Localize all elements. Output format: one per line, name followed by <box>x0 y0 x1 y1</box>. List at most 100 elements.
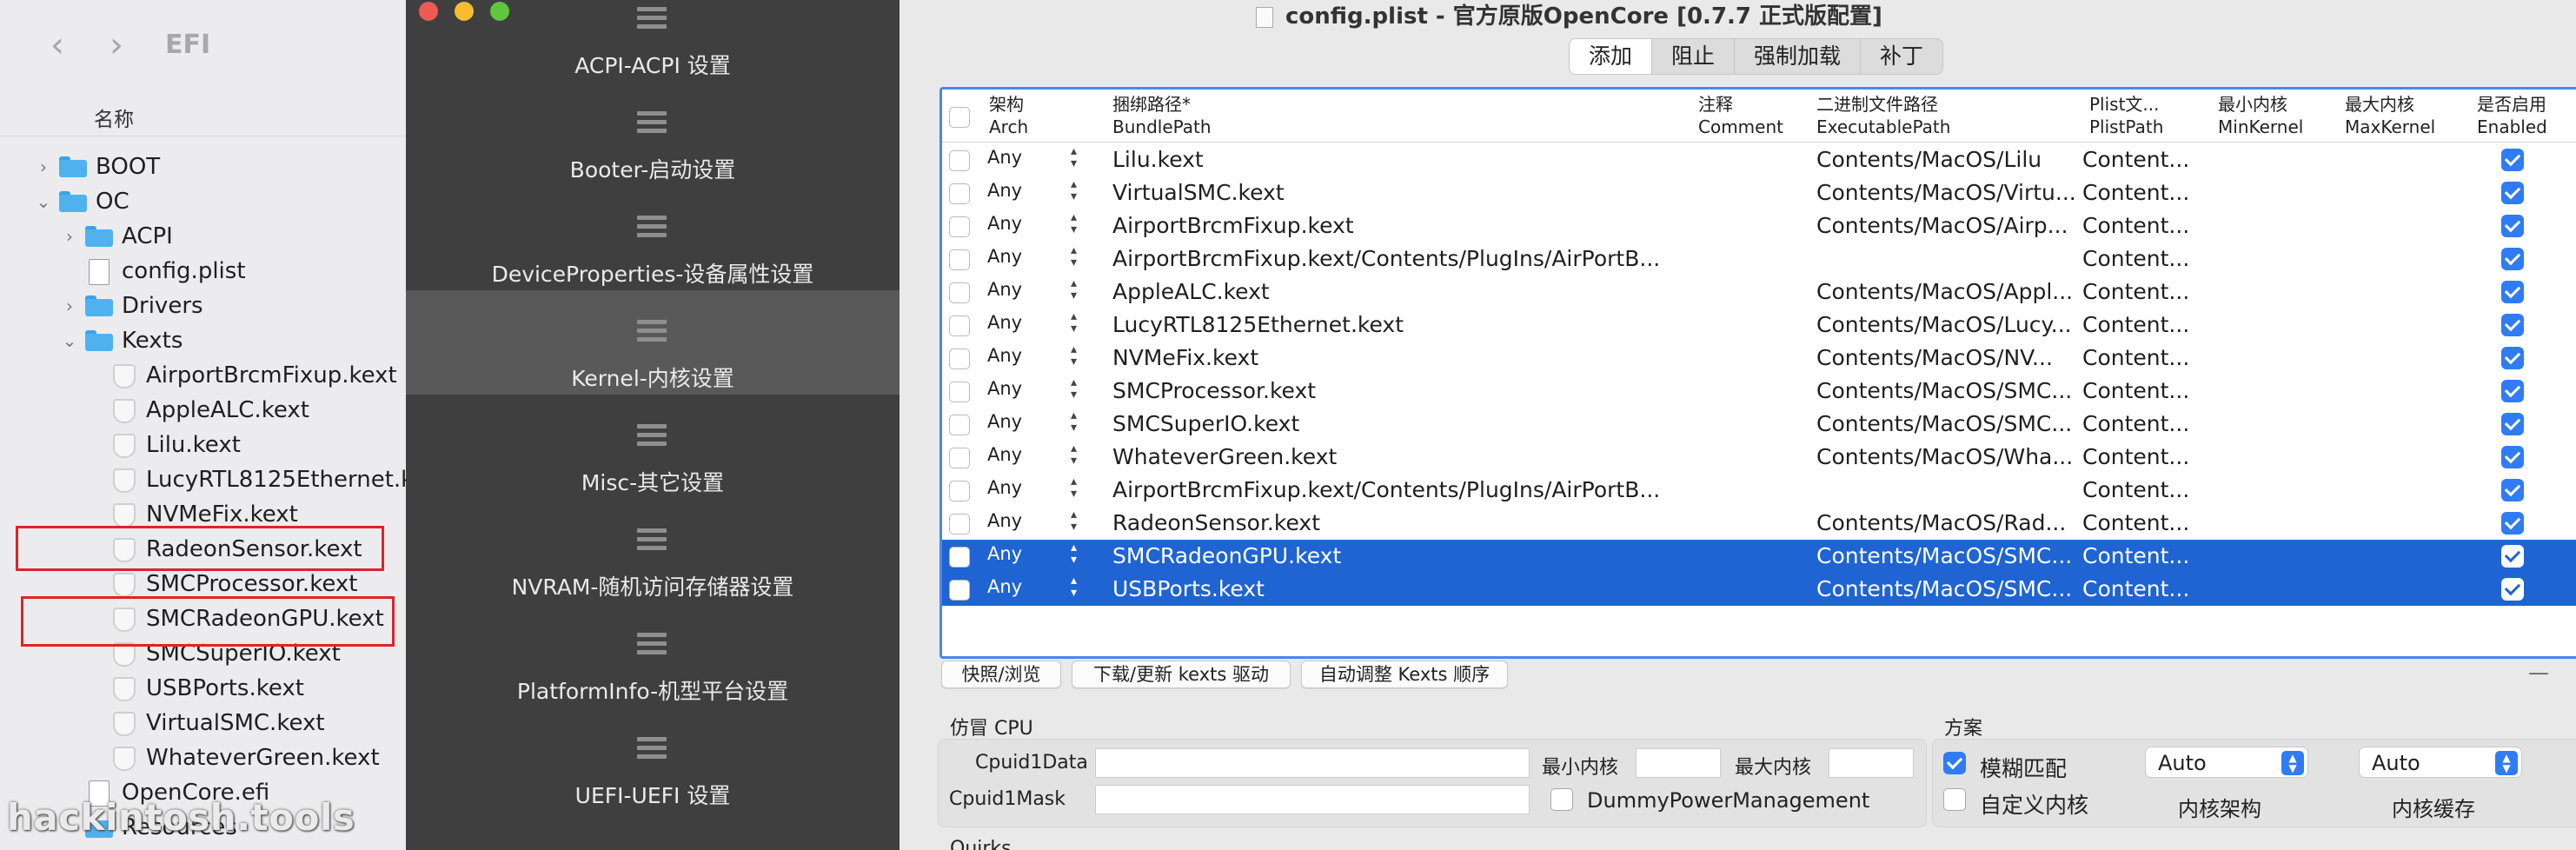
bundle-path-cell[interactable]: SMCRadeonGPU.kext <box>1112 543 1686 568</box>
file-tree-row[interactable]: ⌄ Kexts <box>0 323 406 358</box>
plist-path-cell[interactable]: Content... <box>2082 576 2204 601</box>
plist-path-cell[interactable]: Content... <box>2082 477 2204 502</box>
arch-cell[interactable]: Any <box>987 510 1057 531</box>
column-header[interactable]: 二进制文件路径 ExecutablePath <box>1816 93 1950 138</box>
file-tree-row[interactable]: WhateverGreen.kext <box>0 740 406 775</box>
table-row[interactable]: Any ▴ ▾ USBPorts.kext Contents/MacOS/SMC... C… <box>942 573 2576 606</box>
executable-path-cell[interactable]: Contents/MacOS/NV... <box>1816 345 2077 370</box>
bundle-path-cell[interactable]: AirportBrcmFixup.kext/Contents/PlugIns/A… <box>1112 246 1686 271</box>
table-row[interactable]: Any ▴ ▾ AirportBrcmFixup.kext/Contents/Plug… <box>942 242 2576 276</box>
file-tree-row[interactable]: › Drivers <box>0 289 406 323</box>
row-checkbox[interactable] <box>949 448 970 468</box>
enabled-checkbox[interactable] <box>2501 182 2524 204</box>
bundle-path-cell[interactable]: VirtualSMC.kext <box>1112 180 1686 205</box>
arch-stepper-icon[interactable]: ▴ ▾ <box>1071 145 1077 169</box>
file-tree-row[interactable]: config.plist <box>0 254 406 289</box>
sidebar-item[interactable]: Kernel-内核设置 <box>406 290 900 395</box>
arch-cell[interactable]: Any <box>987 180 1057 201</box>
enabled-checkbox[interactable] <box>2501 446 2524 468</box>
executable-path-cell[interactable]: Contents/MacOS/Lilu <box>1816 147 2077 172</box>
arch-stepper-icon[interactable]: ▴ ▾ <box>1071 409 1077 434</box>
arch-cell[interactable]: Any <box>987 543 1057 564</box>
executable-path-cell[interactable]: Contents/MacOS/Virtu... <box>1816 180 2077 205</box>
file-tree-row[interactable]: Lilu.kext <box>0 428 406 462</box>
executable-path-cell[interactable]: Contents/MacOS/SMC... <box>1816 543 2077 568</box>
file-tree-row[interactable]: USBPorts.kext <box>0 671 406 706</box>
arch-stepper-icon[interactable]: ▴ ▾ <box>1071 211 1077 236</box>
back-chevron-icon[interactable]: ‹ <box>50 24 64 66</box>
max-kernel-field[interactable] <box>1829 748 1914 778</box>
sidebar-item[interactable]: DeviceProperties-设备属性设置 <box>406 186 900 290</box>
table-row[interactable]: Any ▴ ▾ SMCSuperIO.kext Contents/MacOS/SMC..… <box>942 408 2576 441</box>
file-tree-row[interactable]: › ACPI <box>0 219 406 254</box>
arch-cell[interactable]: Any <box>987 444 1057 465</box>
arch-stepper-icon[interactable]: ▴ ▾ <box>1071 178 1077 203</box>
arch-cell[interactable]: Any <box>987 147 1057 168</box>
arch-stepper-icon[interactable]: ▴ ▾ <box>1071 277 1077 302</box>
sidebar-item[interactable]: ACPI-ACPI 设置 <box>406 0 900 82</box>
kernel-cache-select[interactable]: Auto ▲ ▼ <box>2359 747 2522 778</box>
arch-stepper-icon[interactable]: ▴ ▾ <box>1071 574 1077 599</box>
bundle-path-cell[interactable]: SMCSuperIO.kext <box>1112 411 1686 436</box>
file-tree-row[interactable]: AirportBrcmFixup.kext <box>0 358 406 393</box>
arch-stepper-icon[interactable]: ▴ ▾ <box>1071 343 1077 368</box>
row-checkbox[interactable] <box>949 415 970 435</box>
table-row[interactable]: Any ▴ ▾ Lilu.kext Contents/MacOS/Lilu Content… <box>942 143 2576 176</box>
column-header[interactable]: Plist文... PlistPath <box>2089 93 2163 138</box>
arch-stepper-icon[interactable]: ▴ ▾ <box>1071 376 1077 401</box>
tab-0[interactable]: 添加 <box>1570 39 1653 74</box>
fuzzy-match-checkbox[interactable] <box>1943 752 1966 774</box>
chevron-down-icon[interactable]: ⌄ <box>35 191 52 212</box>
bundle-path-cell[interactable]: AppleALC.kext <box>1112 279 1686 304</box>
bundle-path-cell[interactable]: AirportBrcmFixup.kext/Contents/PlugIns/A… <box>1112 477 1686 502</box>
arch-cell[interactable]: Any <box>987 246 1057 267</box>
chevron-right-icon[interactable]: › <box>61 296 78 316</box>
executable-path-cell[interactable]: Contents/MacOS/SMC... <box>1816 576 2077 601</box>
arch-cell[interactable]: Any <box>987 477 1057 498</box>
arch-stepper-icon[interactable]: ▴ ▾ <box>1071 310 1077 335</box>
plist-path-cell[interactable]: Content... <box>2082 147 2204 172</box>
plist-path-cell[interactable]: Content... <box>2082 510 2204 535</box>
arch-cell[interactable]: Any <box>987 576 1057 597</box>
enabled-checkbox[interactable] <box>2501 314 2524 336</box>
name-column-header[interactable]: 名称 <box>0 94 406 136</box>
chevron-right-icon[interactable]: › <box>61 226 78 247</box>
table-row[interactable]: Any ▴ ▾ SMCProcessor.kext Contents/MacOS/SMC… <box>942 375 2576 408</box>
arch-cell[interactable]: Any <box>987 312 1057 333</box>
table-row[interactable]: Any ▴ ▾ LucyRTL8125Ethernet.kext Contents/Ma… <box>942 309 2576 342</box>
enabled-checkbox[interactable] <box>2501 248 2524 270</box>
tab-2[interactable]: 强制加载 <box>1735 39 1862 74</box>
table-row[interactable]: Any ▴ ▾ WhateverGreen.kext Contents/MacOS/Wh… <box>942 441 2576 474</box>
table-row[interactable]: Any ▴ ▾ NVMeFix.kext Contents/MacOS/NV... Con… <box>942 342 2576 375</box>
row-checkbox[interactable] <box>949 382 970 402</box>
plist-path-cell[interactable]: Content... <box>2082 279 2204 304</box>
column-header[interactable]: 捆绑路径* BundlePath <box>1112 93 1212 138</box>
enabled-checkbox[interactable] <box>2501 347 2524 369</box>
column-header[interactable]: 最小内核 MinKernel <box>2218 93 2303 138</box>
select-all-checkbox[interactable] <box>949 107 970 128</box>
column-header[interactable]: 注释 Comment <box>1698 93 1783 138</box>
row-checkbox[interactable] <box>949 150 970 171</box>
bundle-path-cell[interactable]: AirportBrcmFixup.kext <box>1112 213 1686 238</box>
chevron-down-icon[interactable]: ⌄ <box>61 330 78 351</box>
row-checkbox[interactable] <box>949 216 970 237</box>
arch-cell[interactable]: Any <box>987 345 1057 366</box>
column-header[interactable]: 是否启用 Enabled <box>2477 93 2547 138</box>
remove-row-button[interactable]: — <box>2528 661 2549 685</box>
file-tree-row[interactable]: › BOOT <box>0 149 406 184</box>
dummy-power-checkbox[interactable] <box>1550 788 1573 811</box>
bundle-path-cell[interactable]: NVMeFix.kext <box>1112 345 1686 370</box>
executable-path-cell[interactable]: Contents/MacOS/SMC... <box>1816 378 2077 403</box>
plist-path-cell[interactable]: Content... <box>2082 180 2204 205</box>
plist-path-cell[interactable]: Content... <box>2082 543 2204 568</box>
row-checkbox[interactable] <box>949 183 970 204</box>
file-tree-row[interactable]: VirtualSMC.kext <box>0 706 406 740</box>
row-checkbox[interactable] <box>949 580 970 601</box>
arch-stepper-icon[interactable]: ▴ ▾ <box>1071 442 1077 467</box>
tab-1[interactable]: 阻止 <box>1652 39 1736 74</box>
plist-path-cell[interactable]: Content... <box>2082 312 2204 337</box>
forward-chevron-icon[interactable]: › <box>110 24 123 66</box>
sidebar-item[interactable]: PlatformInfo-机型平台设置 <box>406 603 900 707</box>
enabled-checkbox[interactable] <box>2501 545 2524 568</box>
table-row[interactable]: Any ▴ ▾ RadeonSensor.kext Contents/MacOS/Rad… <box>942 507 2576 540</box>
